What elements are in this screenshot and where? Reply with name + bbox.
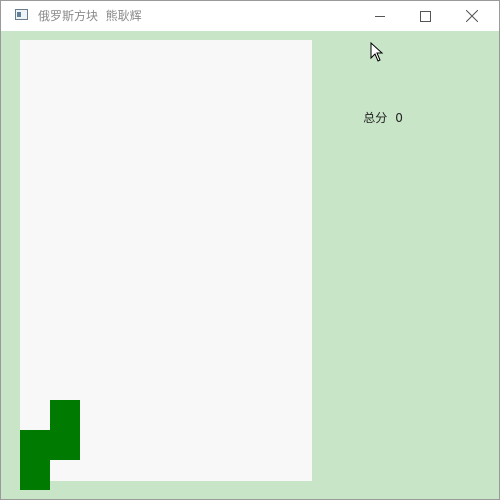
score-display: 总分 0 xyxy=(348,94,403,142)
maximize-button[interactable] xyxy=(403,1,449,31)
tetromino-cell xyxy=(20,460,50,490)
tetromino-cell xyxy=(50,400,80,430)
score-label: 总分 xyxy=(363,111,388,125)
score-value: 0 xyxy=(395,111,403,125)
minimize-button[interactable] xyxy=(357,1,403,31)
window-title: 俄罗斯方块 熊耿辉 xyxy=(38,9,142,23)
game-board[interactable] xyxy=(20,40,312,490)
mouse-cursor-icon xyxy=(370,42,384,62)
tetromino-cell xyxy=(20,430,50,460)
close-icon xyxy=(466,10,478,22)
game-window: 俄罗斯方块 熊耿辉 总分 0 xyxy=(0,0,500,500)
tetromino-cell xyxy=(50,430,80,460)
app-icon xyxy=(15,9,28,20)
title-bar[interactable]: 俄罗斯方块 熊耿辉 xyxy=(1,1,499,31)
close-button[interactable] xyxy=(449,1,495,31)
